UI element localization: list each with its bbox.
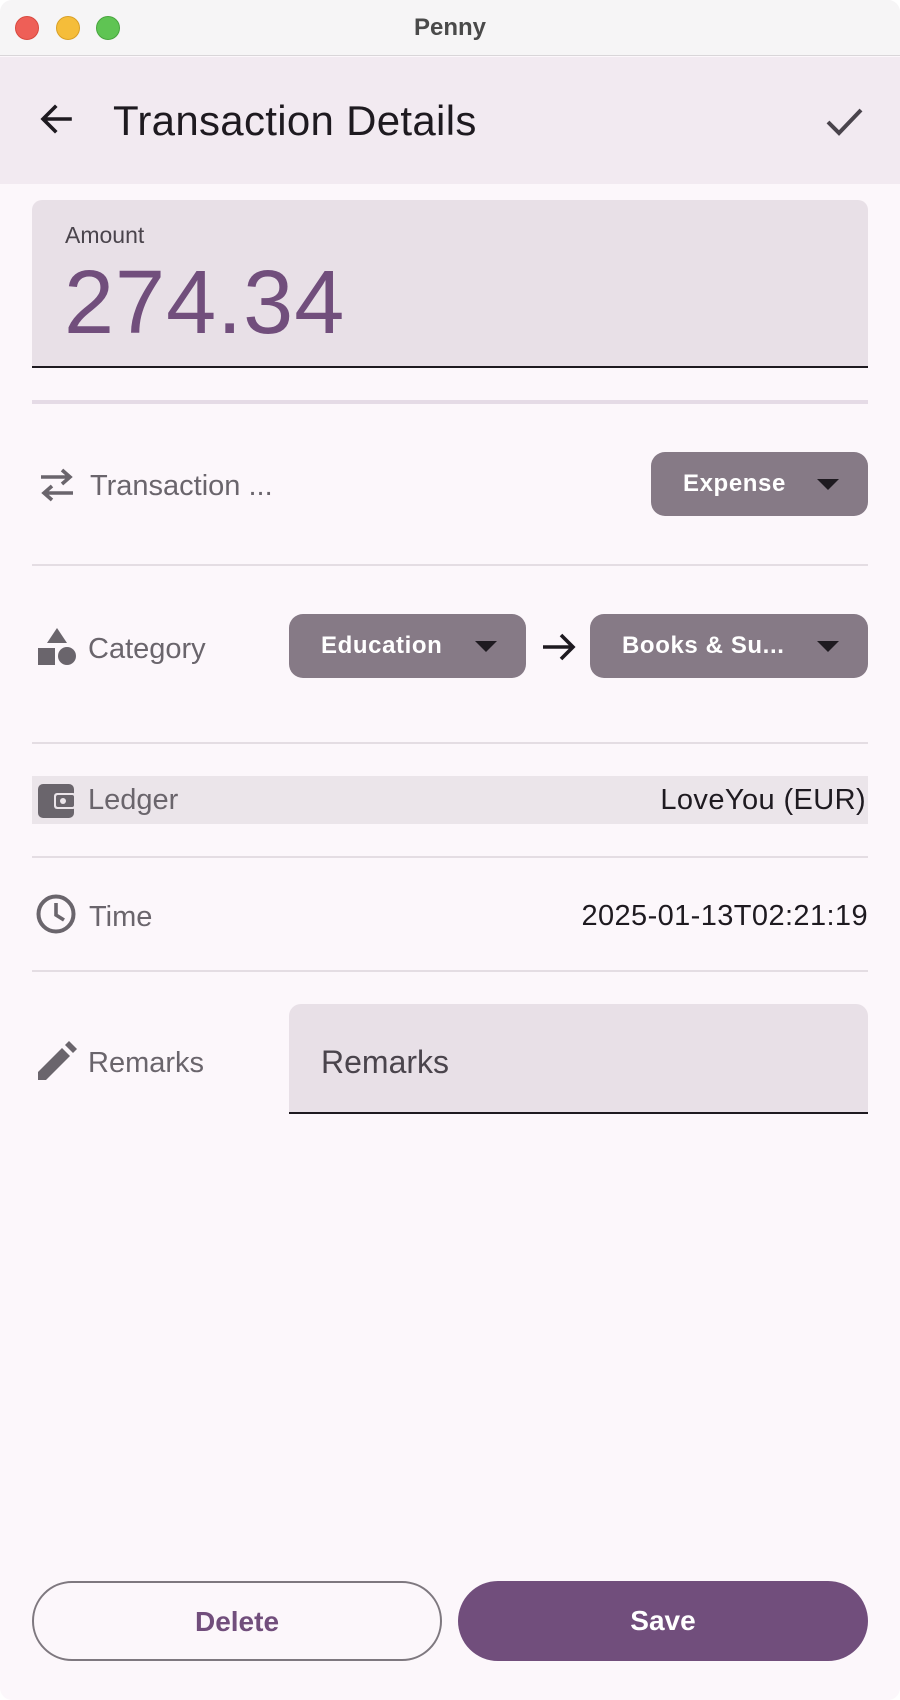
save-button[interactable]: Save (458, 1581, 868, 1661)
app-window: Penny Transaction Details Amount 274.34 … (0, 0, 900, 1700)
category-label: Category (88, 633, 206, 665)
arrow-left-icon[interactable] (36, 99, 76, 139)
ledger-value: LoveYou (EUR) (660, 784, 866, 816)
caret-down-icon (817, 479, 839, 490)
transaction-type-value: Expense (683, 470, 786, 497)
amount-value: 274.34 (64, 253, 346, 353)
ledger-row[interactable]: Ledger LoveYou (EUR) (32, 776, 868, 824)
divider (32, 856, 868, 858)
caret-down-icon (475, 641, 497, 652)
divider (32, 564, 868, 566)
amount-label: Amount (65, 222, 145, 248)
swap-horizontal-icon (41, 468, 73, 502)
clock-icon (36, 894, 76, 934)
amount-field[interactable]: Amount 274.34 (32, 200, 868, 368)
divider (32, 742, 868, 744)
remarks-input[interactable]: Remarks (289, 1004, 868, 1114)
transaction-type-dropdown[interactable]: Expense (651, 452, 868, 516)
ledger-label: Ledger (88, 784, 179, 816)
page-title: Transaction Details (113, 97, 477, 144)
category-primary-value: Education (321, 632, 443, 659)
divider (32, 400, 868, 404)
window-titlebar: Penny (0, 0, 900, 56)
category-secondary-value: Books & Su... (622, 632, 785, 659)
pencil-icon (38, 1041, 77, 1080)
caret-down-icon (817, 641, 839, 652)
shapes-icon (38, 628, 76, 665)
wallet-icon (38, 784, 76, 818)
delete-button[interactable]: Delete (32, 1581, 442, 1661)
category-primary-dropdown[interactable]: Education (289, 614, 526, 678)
time-label: Time (89, 901, 153, 933)
divider (32, 970, 868, 972)
time-value[interactable]: 2025-01-13T02:21:19 (581, 900, 868, 933)
remarks-placeholder: Remarks (321, 1044, 450, 1080)
remarks-label: Remarks (88, 1047, 205, 1079)
app-bar: Transaction Details (0, 57, 900, 184)
check-icon[interactable] (822, 99, 866, 143)
arrow-right-icon (543, 633, 576, 661)
category-secondary-dropdown[interactable]: Books & Su... (590, 614, 868, 678)
transaction-type-label: Transaction ... (90, 470, 273, 502)
window-title: Penny (413, 14, 487, 41)
